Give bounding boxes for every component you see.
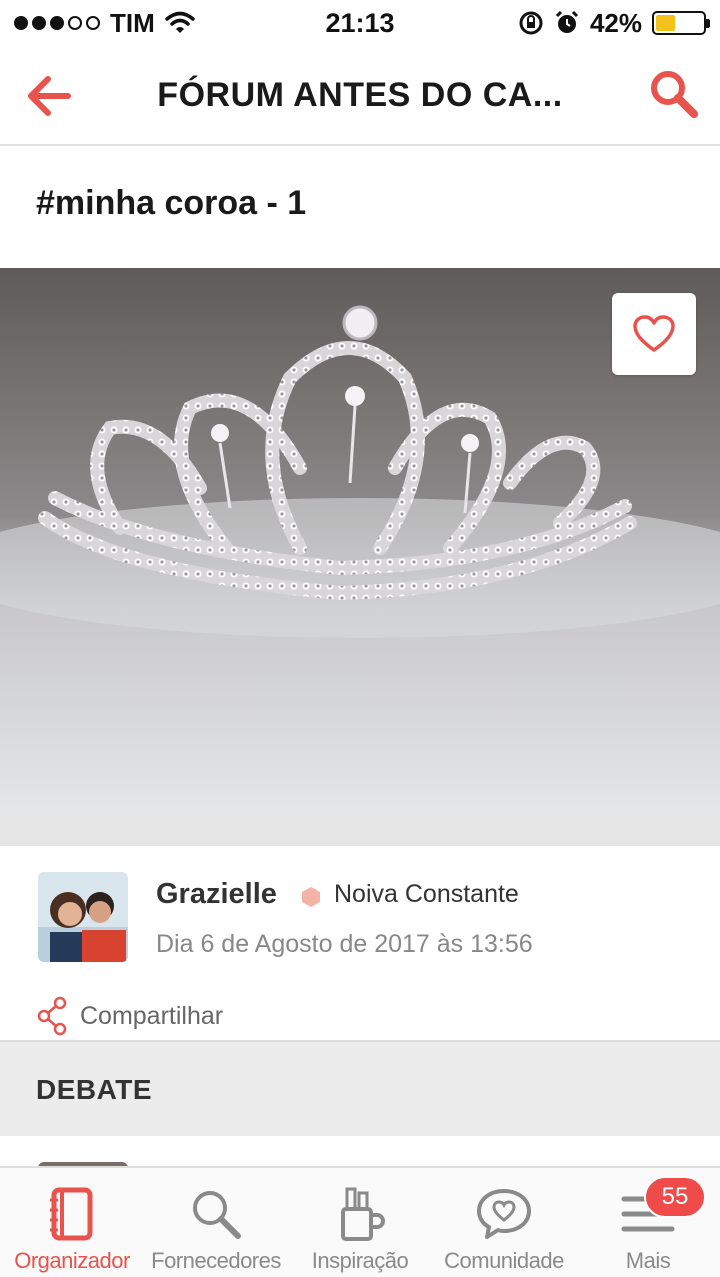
author-name[interactable]: Grazielle	[156, 878, 277, 911]
post-image[interactable]	[0, 268, 720, 820]
battery-icon	[652, 11, 710, 35]
status-right: 42%	[446, 7, 710, 39]
tab-inspiracao[interactable]: Inspiração	[288, 1168, 432, 1277]
signal-dot	[68, 16, 82, 30]
battery-percent: 42%	[589, 7, 642, 38]
heart-icon	[633, 315, 675, 352]
battery-fill	[656, 15, 676, 31]
chat-heart-icon	[472, 1182, 536, 1246]
tab-label: Comunidade	[444, 1248, 564, 1273]
search-icon	[184, 1182, 248, 1246]
arrow-left-icon	[28, 76, 71, 116]
share-label: Compartilhar	[80, 1001, 224, 1030]
signal-dot	[50, 16, 64, 30]
status-bar: TIM 21:13 42%	[0, 0, 720, 46]
back-button[interactable]	[22, 68, 78, 124]
favorite-button[interactable]	[612, 293, 696, 375]
signal-strength-icon	[14, 16, 100, 30]
notebook-icon	[40, 1182, 104, 1246]
author-badge-label: Noiva Constante	[334, 880, 519, 908]
wifi-icon	[165, 11, 195, 33]
debate-label: DEBATE	[36, 1074, 153, 1105]
hexagon-badge-icon	[302, 887, 320, 907]
share-icon	[37, 996, 67, 1036]
tab-label: Organizador	[14, 1248, 130, 1273]
rotation-lock-icon	[519, 11, 543, 35]
avatar[interactable]	[38, 872, 128, 962]
tab-label: Inspiração	[311, 1248, 409, 1273]
alarm-icon	[555, 10, 579, 33]
carrier-name: TIM	[110, 7, 155, 38]
tab-organizador[interactable]: Organizador	[0, 1168, 144, 1277]
search-button[interactable]	[646, 66, 702, 122]
tab-label: Mais	[625, 1248, 671, 1273]
section-divider	[0, 820, 720, 846]
status-left: TIM	[14, 8, 274, 39]
page-title: FÓRUM ANTES DO CA...	[157, 76, 563, 114]
tab-fornecedores[interactable]: Fornecedores	[144, 1168, 288, 1277]
post-title: #minha coroa - 1	[36, 184, 307, 222]
inspiration-icon	[328, 1182, 392, 1246]
share-button[interactable]: Compartilhar	[36, 996, 223, 1036]
app-header: FÓRUM ANTES DO CA...	[0, 46, 720, 146]
signal-dot	[14, 16, 28, 30]
notification-badge: 55	[644, 1176, 706, 1218]
bottom-tab-bar: Organizador Fornecedores Inspiração Comu…	[0, 1166, 720, 1277]
tab-label: Fornecedores	[151, 1248, 281, 1273]
signal-dot	[86, 16, 100, 30]
tab-mais[interactable]: Mais 55	[576, 1168, 720, 1277]
author-section: Grazielle Noiva Constante Dia 6 de Agost…	[0, 846, 720, 1040]
signal-dot	[32, 16, 46, 30]
avatar-photo	[38, 872, 128, 962]
status-time: 21:13	[325, 7, 395, 38]
tab-comunidade[interactable]: Comunidade	[432, 1168, 576, 1277]
post-date: Dia 6 de Agosto de 2017 às 13:56	[156, 930, 533, 958]
search-icon	[651, 71, 698, 118]
debate-section-header: DEBATE	[0, 1040, 720, 1136]
comments-list	[0, 1136, 720, 1172]
